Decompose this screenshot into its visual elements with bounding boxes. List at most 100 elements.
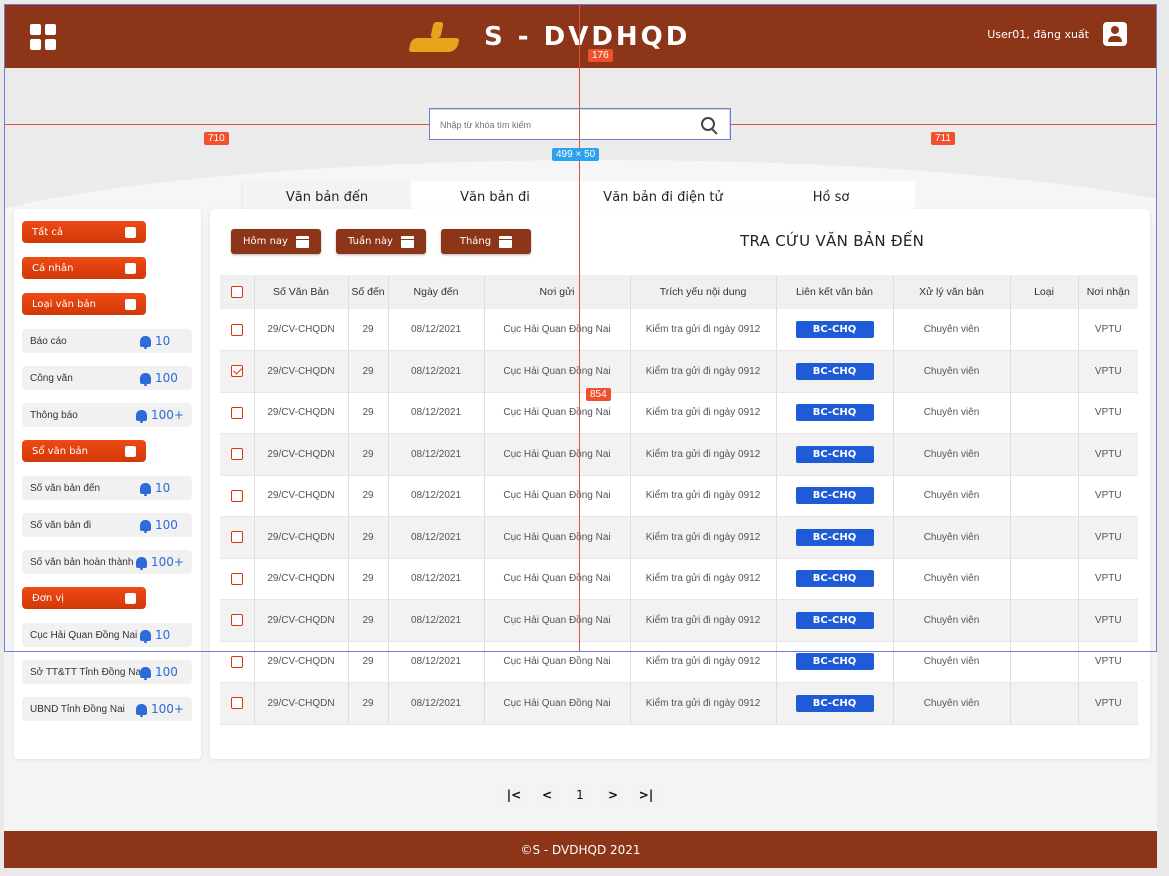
document-link-button[interactable]: BC-CHQ <box>795 611 874 629</box>
document-link-button[interactable]: BC-CHQ <box>795 694 874 712</box>
table-cell <box>1010 350 1079 393</box>
document-link-button[interactable]: BC-CHQ <box>795 570 874 588</box>
table-cell: 08/12/2021 <box>388 475 485 517</box>
table-row[interactable]: 29/CV-CHQDN 29 08/12/2021 Cục Hải Quan Đồng… <box>220 433 1138 476</box>
logo-text: S - DVDHQD <box>484 22 691 52</box>
table-row[interactable]: 29/CV-CHQDN 29 08/12/2021 Cục Hải Quan Đồng… <box>220 392 1138 434</box>
user-icon[interactable] <box>1103 22 1127 46</box>
table-cell: 29 <box>348 641 389 683</box>
select-all-checkbox[interactable] <box>230 286 243 299</box>
table-cell: Chuyên viên <box>893 309 1011 351</box>
table-cell: 08/12/2021 <box>388 309 485 351</box>
row-checkbox[interactable] <box>230 655 243 668</box>
table-cell: VPTU <box>1078 392 1138 434</box>
table-row[interactable]: 29/CV-CHQDN 29 08/12/2021 Cục Hải Quan Đồng… <box>220 475 1138 517</box>
table-row[interactable]: 29/CV-CHQDN 29 08/12/2021 Cục Hải Quan Đồng… <box>220 350 1138 393</box>
table-cell: Chuyên viên <box>893 641 1011 683</box>
table-cell: VPTU <box>1078 558 1138 600</box>
table-row[interactable]: 29/CV-CHQDN 29 08/12/2021 Cục Hải Quan Đồng… <box>220 641 1138 683</box>
sidebar-btn-doc-book[interactable]: Sổ văn bản <box>22 440 146 462</box>
document-link-button[interactable]: BC-CHQ <box>795 445 874 463</box>
sidebar-btn-personal[interactable]: Cá nhân <box>22 257 146 279</box>
table-cell <box>1010 558 1079 600</box>
sidebar-item-book-outgoing[interactable]: Sổ văn bản đi 100 <box>22 513 192 537</box>
row-checkbox[interactable] <box>230 531 243 544</box>
table-cell: 29/CV-CHQDN <box>254 309 349 351</box>
row-checkbox[interactable] <box>230 614 243 627</box>
table-row[interactable]: 29/CV-CHQDN 29 08/12/2021 Cục Hải Quan Đồng… <box>220 682 1138 725</box>
measure-badge: 854 <box>586 388 611 401</box>
row-checkbox[interactable] <box>230 365 243 378</box>
sidebar-item-unit-customs[interactable]: Cục Hải Quan Đồng Nai 10 <box>22 623 192 647</box>
table-row[interactable]: 29/CV-CHQDN 29 08/12/2021 Cục Hải Quan Đồng… <box>220 516 1138 559</box>
filter-month-button[interactable]: Tháng <box>441 229 531 254</box>
row-checkbox[interactable] <box>230 572 243 585</box>
col-header[interactable]: Ngày đến <box>388 275 485 309</box>
id-card-icon <box>125 262 136 274</box>
col-header[interactable]: Liên kết văn bản <box>776 275 894 309</box>
logo[interactable]: S - DVDHQD <box>406 18 690 56</box>
first-page-button[interactable]: |< <box>502 783 526 807</box>
calendar-icon <box>499 235 513 248</box>
table-cell: 29/CV-CHQDN <box>254 682 349 725</box>
row-checkbox[interactable] <box>230 697 243 710</box>
filter-today-button[interactable]: Hôm nay <box>231 229 321 254</box>
sidebar-item-official-letter[interactable]: Công văn 100 <box>22 366 192 390</box>
row-checkbox[interactable] <box>230 448 243 461</box>
col-header[interactable]: Số đến <box>348 275 389 309</box>
filter-week-button[interactable]: Tuần này <box>336 229 426 254</box>
col-header[interactable]: Trích yếu nội dung <box>630 275 777 309</box>
document-link-button[interactable]: BC-CHQ <box>795 404 874 422</box>
document-link-button[interactable]: BC-CHQ <box>795 321 874 338</box>
table-cell: Kiểm tra gửi đi ngày 0912 <box>630 682 777 725</box>
table-cell: 29 <box>348 350 389 393</box>
search-input[interactable] <box>440 119 699 130</box>
table-cell: Cục Hải Quan Đồng Nai <box>484 433 631 476</box>
col-header[interactable]: Loại <box>1010 275 1079 309</box>
table-row[interactable]: 29/CV-CHQDN 29 08/12/2021 Cục Hải Quan Đồng… <box>220 558 1138 600</box>
calendar-icon <box>400 235 414 248</box>
sidebar-btn-all[interactable]: Tất cả <box>22 221 146 243</box>
table-cell: Chuyên viên <box>893 682 1011 725</box>
table-cell <box>1010 599 1079 642</box>
prev-page-button[interactable]: < <box>535 783 559 807</box>
sidebar-item-book-completed[interactable]: Sổ văn bản hoàn thành 100+ <box>22 550 192 574</box>
table-cell: 08/12/2021 <box>388 516 485 559</box>
row-checkbox[interactable] <box>230 489 243 502</box>
current-page[interactable]: 1 <box>568 783 592 807</box>
search-icon[interactable] <box>699 115 719 135</box>
sidebar-btn-unit[interactable]: Đơn vị <box>22 587 146 609</box>
table-cell: Kiểm tra gửi đi ngày 0912 <box>630 350 777 393</box>
pagination: |< < 1 > >| <box>502 783 658 807</box>
col-header[interactable]: Nơi gửi <box>484 275 631 309</box>
table-cell: 29/CV-CHQDN <box>254 516 349 559</box>
table-cell: Kiểm tra gửi đi ngày 0912 <box>630 309 777 351</box>
measure-badge: 499 × 50 <box>552 148 600 161</box>
document-link-button[interactable]: BC-CHQ <box>795 528 874 546</box>
last-page-button[interactable]: >| <box>634 783 658 807</box>
document-link-button[interactable]: BC-CHQ <box>795 487 874 505</box>
logout-link[interactable]: User01, đăng xuất <box>987 28 1089 41</box>
table-row[interactable]: 29/CV-CHQDN 29 08/12/2021 Cục Hải Quan Đồng… <box>220 309 1138 351</box>
app-grid-icon[interactable] <box>30 24 56 50</box>
col-header[interactable]: Nơi nhận <box>1078 275 1138 309</box>
copy-icon <box>125 226 136 238</box>
document-link-button[interactable]: BC-CHQ <box>795 653 874 671</box>
footer-text: ©S - DVDHQD 2021 <box>520 842 641 857</box>
table-row[interactable]: 29/CV-CHQDN 29 08/12/2021 Cục Hải Quan Đồng… <box>220 599 1138 642</box>
bell-icon <box>140 482 151 496</box>
row-checkbox[interactable] <box>230 406 243 419</box>
next-page-button[interactable]: > <box>601 783 625 807</box>
col-header[interactable]: Xử lý văn bản <box>893 275 1011 309</box>
sidebar-item-report[interactable]: Báo cáo 10 <box>22 329 192 353</box>
col-header[interactable]: Số Văn Bản <box>254 275 349 309</box>
guide-right <box>730 124 1157 125</box>
sidebar-btn-doc-type[interactable]: Loại văn bản <box>22 293 146 315</box>
sidebar-item-unit-ubnd[interactable]: UBND Tỉnh Đồng Nai 100+ <box>22 697 192 721</box>
document-link-button[interactable]: BC-CHQ <box>795 362 874 380</box>
sidebar-item-notice[interactable]: Thông báo 100+ <box>22 403 192 427</box>
sidebar-item-unit-ict[interactable]: Sở TT&TT Tỉnh Đồng Nai 100 <box>22 660 192 684</box>
sidebar-item-book-incoming[interactable]: Sổ văn bản đến 10 <box>22 476 192 500</box>
calendar-icon <box>295 235 309 248</box>
row-checkbox[interactable] <box>230 323 243 336</box>
